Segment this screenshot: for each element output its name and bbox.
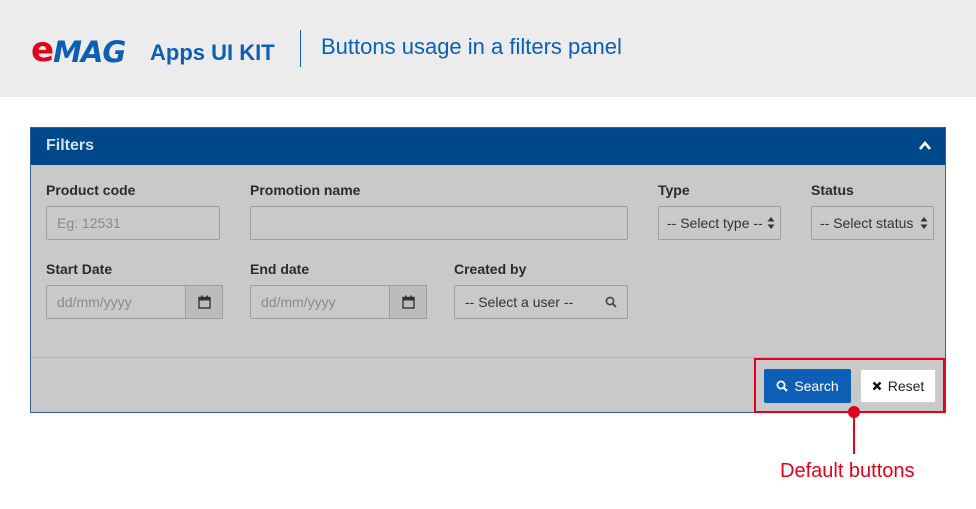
end-date-label: End date	[250, 261, 310, 277]
end-date-input[interactable]	[250, 285, 390, 319]
logo-mag: MAG	[53, 35, 126, 69]
emag-logo: e MAG	[31, 27, 126, 70]
promotion-name-input[interactable]	[250, 206, 628, 240]
chevron-up-icon[interactable]	[918, 139, 932, 153]
product-code-input[interactable]	[46, 206, 220, 240]
header: e MAG Apps UI KIT Buttons usage in a filt…	[0, 0, 976, 97]
type-select-value: -- Select type --	[667, 215, 763, 231]
sort-updown-icon	[920, 217, 928, 229]
panel-header: Filters	[31, 128, 945, 165]
type-select[interactable]: -- Select type --	[658, 206, 781, 240]
calendar-icon	[402, 295, 415, 309]
created-by-label: Created by	[454, 261, 527, 277]
buttons-highlight-box	[754, 358, 945, 413]
panel-title: Filters	[46, 137, 95, 154]
type-label: Type	[658, 182, 690, 198]
start-date-input[interactable]	[46, 285, 186, 319]
sort-updown-icon	[767, 217, 775, 229]
status-select[interactable]: -- Select status	[811, 206, 934, 240]
logo-e: e	[31, 30, 54, 70]
created-by-select[interactable]: -- Select a user --	[454, 285, 628, 319]
status-label: Status	[811, 182, 854, 198]
calendar-icon	[198, 295, 211, 309]
product-code-label: Product code	[46, 182, 136, 198]
start-date-picker-button[interactable]	[185, 285, 223, 319]
header-divider	[300, 30, 301, 67]
page-title: Buttons usage in a filters panel	[321, 34, 622, 59]
promotion-name-label: Promotion name	[250, 182, 361, 198]
callout-label: Default buttons	[780, 460, 915, 482]
created-by-select-value: -- Select a user --	[465, 294, 574, 310]
callout-line	[853, 412, 855, 454]
search-icon	[605, 296, 617, 308]
start-date-label: Start Date	[46, 261, 113, 277]
kit-subtitle: Apps UI KIT	[150, 40, 275, 65]
callout-dot	[848, 406, 860, 418]
end-date-picker-button[interactable]	[389, 285, 427, 319]
status-select-value: -- Select status	[820, 215, 914, 231]
